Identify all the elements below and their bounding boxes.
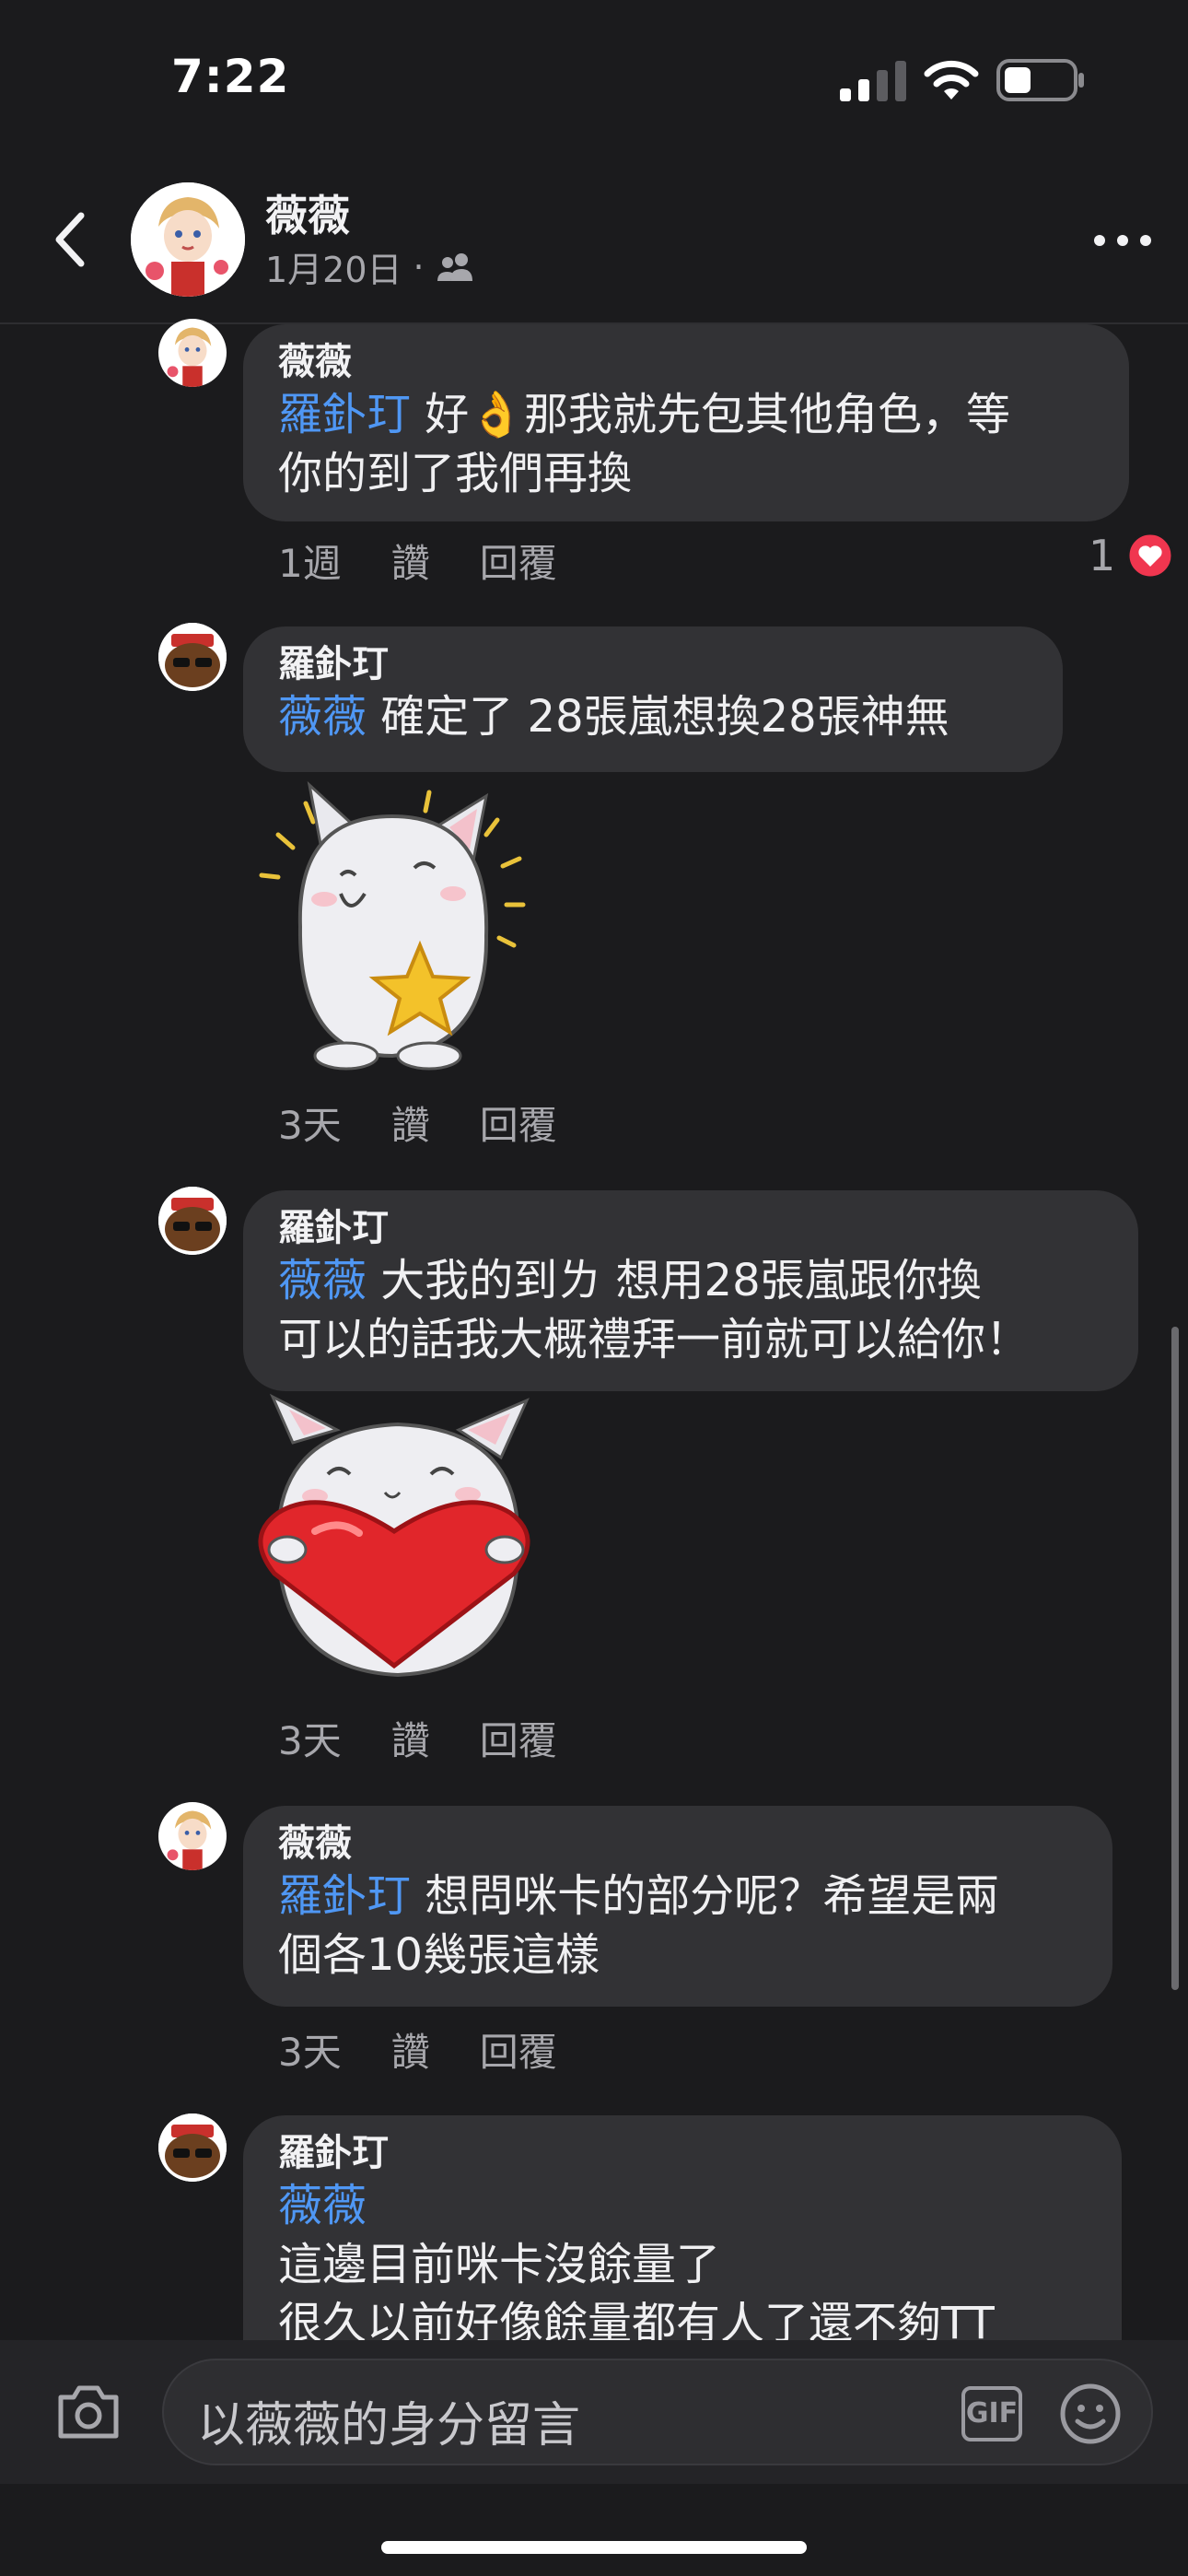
comment-text-line: 可以的話我大概禮拜一前就可以給你！ xyxy=(278,1314,1031,1365)
comment-author[interactable]: 羅釙玎 xyxy=(278,641,1028,687)
comment-text-line: 薇薇 確定了 28張嵐想換28張神無 xyxy=(278,691,949,743)
cellular-signal-icon xyxy=(840,61,906,101)
comment-input-placeholder: 以薇薇的身分留言 xyxy=(197,2398,581,2453)
comment-time[interactable]: 3天 xyxy=(278,1095,342,1151)
bear-avatar-icon xyxy=(158,623,227,691)
comment-text-line: 薇薇 大我的到ㄌ 想用28張嵐跟你換 xyxy=(278,1255,982,1306)
like-button[interactable]: 讚 xyxy=(391,533,430,589)
comment-time[interactable]: 3天 xyxy=(278,1710,342,1766)
post-date[interactable]: 1月20日 xyxy=(265,241,402,292)
comment-author[interactable]: 羅釙玎 xyxy=(278,2130,1087,2176)
header-meta: 1月20日 · xyxy=(265,241,476,292)
like-button[interactable]: 讚 xyxy=(391,2021,430,2078)
commenter-avatar[interactable] xyxy=(158,1187,227,1255)
back-arrow-icon[interactable] xyxy=(42,203,107,276)
like-button[interactable]: 讚 xyxy=(391,1095,430,1151)
comment-text-line: 你的到了我們再換 xyxy=(278,448,633,499)
emoji-icon[interactable] xyxy=(1059,2383,1122,2445)
heart-bunny-sticker[interactable] xyxy=(250,1393,554,1697)
love-reaction-icon xyxy=(1126,532,1174,580)
commenter-avatar[interactable] xyxy=(158,1802,227,1870)
anime-avatar-icon xyxy=(167,1810,212,1870)
comment-time[interactable]: 3天 xyxy=(278,2021,342,2078)
status-bar: 7:22 xyxy=(0,0,1188,157)
camera-icon[interactable] xyxy=(55,2383,122,2441)
wifi-icon xyxy=(924,60,979,100)
anime-avatar-icon xyxy=(167,327,212,387)
comment-mention[interactable]: 薇薇 xyxy=(278,1255,367,1306)
reply-button[interactable]: 回覆 xyxy=(480,1710,557,1766)
star-bunny-sticker[interactable] xyxy=(245,779,549,1083)
reply-button[interactable]: 回覆 xyxy=(480,1095,557,1151)
status-time: 7:22 xyxy=(171,50,290,103)
comment-mention[interactable]: 羅釙玎 xyxy=(278,389,411,440)
bear-avatar-icon xyxy=(158,1187,227,1255)
post-header: 薇薇 1月20日 · xyxy=(0,157,1188,324)
comment-text-line: 羅釙玎 想問咪卡的部分呢？希望是兩 xyxy=(278,1870,1000,1922)
comment-actions: 3天 讚 回覆 xyxy=(278,2021,557,2078)
gif-button[interactable]: GIF xyxy=(961,2386,1022,2441)
comment-mention[interactable]: 薇薇 xyxy=(278,691,367,743)
comment-composer: 以薇薇的身分留言 GIF xyxy=(0,2340,1188,2484)
reply-button[interactable]: 回覆 xyxy=(480,533,557,589)
comment-mention[interactable]: 羅釙玎 xyxy=(278,1870,411,1922)
comment-bubble[interactable]: 羅釙玎 薇薇 確定了 28張嵐想換28張神無 xyxy=(243,626,1063,772)
home-indicator[interactable] xyxy=(381,2541,807,2554)
anime-avatar-icon xyxy=(131,182,245,297)
comment-text-line: 這邊目前咪卡沒餘量了 xyxy=(278,2239,721,2290)
meta-separator: · xyxy=(413,246,425,287)
commenter-avatar[interactable] xyxy=(158,2113,227,2182)
header-author-name[interactable]: 薇薇 xyxy=(265,182,350,243)
comment-author[interactable]: 羅釙玎 xyxy=(278,1205,1103,1251)
friends-audience-icon[interactable] xyxy=(436,252,476,283)
comment-text-line: 個各10幾張這樣 xyxy=(278,1929,600,1981)
reaction-summary[interactable]: 1 xyxy=(1089,531,1174,580)
like-button[interactable]: 讚 xyxy=(391,1710,430,1766)
comment-bubble[interactable]: 薇薇 羅釙玎 好👌那我就先包其他角色，等 你的到了我們再換 xyxy=(243,324,1129,521)
screen: 7:22 薇薇 1月20日 · 薇薇 羅釙玎 好👌那我就先包其他角色，等 你的到… xyxy=(0,0,1188,2576)
comment-author[interactable]: 薇薇 xyxy=(278,1821,1077,1867)
comment-mention[interactable]: 薇薇 xyxy=(278,2176,1087,2235)
comment-author[interactable]: 薇薇 xyxy=(278,339,1094,385)
commenter-avatar[interactable] xyxy=(158,319,227,387)
battery-icon xyxy=(996,59,1084,101)
reply-button[interactable]: 回覆 xyxy=(480,2021,557,2078)
comment-actions: 3天 讚 回覆 xyxy=(278,1710,557,1766)
reaction-count: 1 xyxy=(1089,531,1116,580)
header-avatar[interactable] xyxy=(131,182,245,297)
comment-input[interactable]: 以薇薇的身分留言 GIF xyxy=(162,2359,1153,2465)
comment-bubble[interactable]: 羅釙玎 薇薇 大我的到ㄌ 想用28張嵐跟你換 可以的話我大概禮拜一前就可以給你！ xyxy=(243,1190,1138,1391)
scrollbar[interactable] xyxy=(1171,1327,1179,1990)
comment-actions: 1週 讚 回覆 xyxy=(278,533,557,589)
comment-actions: 3天 讚 回覆 xyxy=(278,1095,557,1151)
comment-time[interactable]: 1週 xyxy=(278,533,342,589)
bear-avatar-icon xyxy=(158,2113,227,2182)
commenter-avatar[interactable] xyxy=(158,623,227,691)
comment-text-line: 羅釙玎 好👌那我就先包其他角色，等 xyxy=(278,389,1011,440)
more-options-icon[interactable] xyxy=(1090,227,1155,254)
comment-bubble[interactable]: 薇薇 羅釙玎 想問咪卡的部分呢？希望是兩 個各10幾張這樣 xyxy=(243,1806,1112,2007)
